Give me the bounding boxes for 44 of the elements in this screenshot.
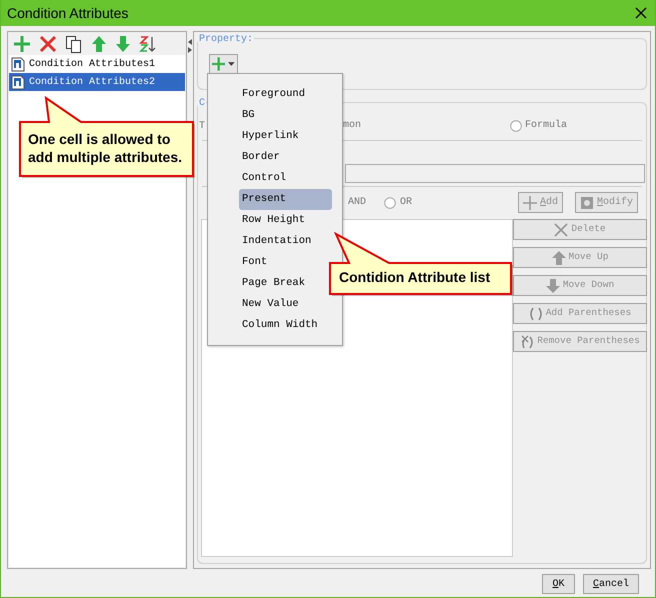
caret-icon — [228, 62, 235, 66]
parentheses-icon — [520, 334, 534, 348]
menu-item[interactable]: Present — [239, 189, 332, 210]
option-label: mon — [343, 119, 362, 133]
up-arrow-icon[interactable] — [91, 34, 107, 52]
copy-icon[interactable] — [65, 34, 83, 52]
delete-icon[interactable] — [39, 34, 57, 52]
menu-item[interactable]: Page Break — [239, 273, 332, 294]
menu-item[interactable]: Foreground — [239, 84, 332, 105]
menu-item[interactable]: Hyperlink — [239, 126, 332, 147]
list-item[interactable]: Condition Attributes1 — [9, 55, 185, 73]
formula-field[interactable] — [345, 164, 645, 183]
close-icon — [554, 222, 568, 236]
parentheses-icon — [528, 306, 543, 320]
plus-icon — [523, 196, 537, 210]
close-icon[interactable] — [635, 7, 647, 19]
cancel-button[interactable]: Cancel — [583, 574, 639, 594]
radio-button[interactable] — [510, 120, 522, 132]
add-attribute-button[interactable] — [209, 54, 238, 74]
option-label: AND — [348, 196, 366, 210]
menu-item[interactable]: Font — [239, 252, 332, 273]
callout: Contidion Attribute list — [329, 232, 515, 298]
sort-icon[interactable] — [139, 34, 157, 52]
ok-button[interactable]: OK — [542, 574, 575, 594]
radio-button[interactable] — [384, 196, 396, 208]
down-arrow-icon[interactable] — [115, 34, 131, 52]
window-title: Condition Attributes — [7, 4, 128, 22]
add-icon[interactable] — [13, 34, 31, 52]
type-label: T — [199, 120, 206, 134]
option-label: OR — [400, 196, 412, 210]
menu-item[interactable]: Indentation — [239, 231, 332, 252]
menu-item[interactable]: Border — [239, 147, 332, 168]
callout: One cell is allowed to add multiple attributes. — [19, 96, 197, 180]
menu-item[interactable]: Column Width — [239, 315, 332, 336]
add-icon — [212, 57, 226, 71]
menu-item[interactable]: Control — [239, 168, 332, 189]
menu-item[interactable]: Row Height — [239, 210, 332, 231]
list-item[interactable]: Condition Attributes2 — [9, 73, 185, 91]
up-arrow-icon — [552, 250, 566, 264]
splitter-arrows-icon[interactable] — [187, 38, 193, 54]
menu-item[interactable]: New Value — [239, 294, 332, 315]
option-label: Formula — [525, 118, 568, 133]
menu-item[interactable]: BG — [239, 105, 332, 126]
down-arrow-icon — [546, 278, 560, 292]
